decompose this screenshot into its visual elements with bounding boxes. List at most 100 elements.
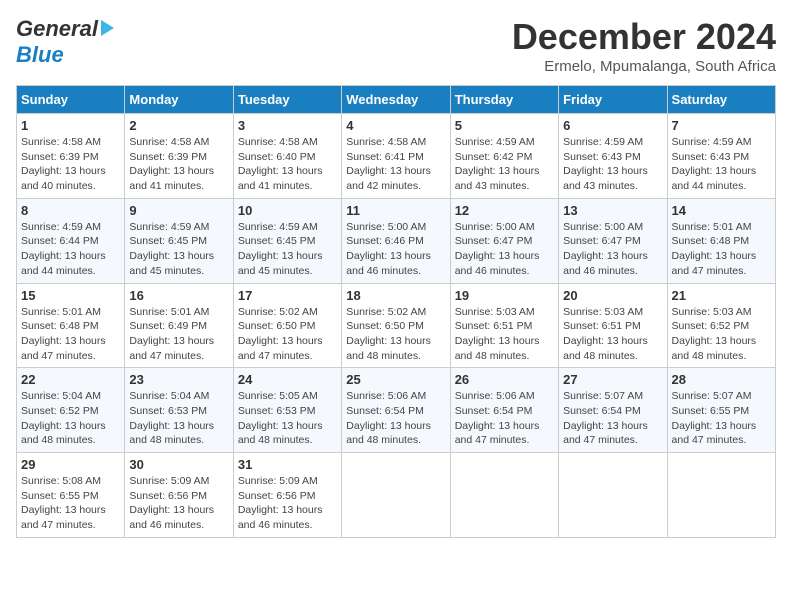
sunrise-text: Sunrise: 5:02 AM bbox=[346, 306, 426, 318]
sunset-text: Sunset: 6:39 PM bbox=[129, 151, 207, 163]
calendar-cell bbox=[342, 453, 450, 538]
day-info: Sunrise: 4:58 AM Sunset: 6:40 PM Dayligh… bbox=[238, 135, 337, 194]
sunrise-text: Sunrise: 4:59 AM bbox=[21, 221, 101, 233]
sunrise-text: Sunrise: 5:03 AM bbox=[563, 306, 643, 318]
day-info: Sunrise: 4:59 AM Sunset: 6:42 PM Dayligh… bbox=[455, 135, 554, 194]
day-number: 13 bbox=[563, 203, 662, 218]
sunset-text: Sunset: 6:51 PM bbox=[455, 320, 533, 332]
day-info: Sunrise: 5:02 AM Sunset: 6:50 PM Dayligh… bbox=[346, 305, 445, 364]
sunrise-text: Sunrise: 5:01 AM bbox=[21, 306, 101, 318]
sunset-text: Sunset: 6:56 PM bbox=[129, 490, 207, 502]
daylight-text: Daylight: 13 hours and 47 minutes. bbox=[238, 335, 323, 362]
sunrise-text: Sunrise: 5:02 AM bbox=[238, 306, 318, 318]
calendar-cell: 29 Sunrise: 5:08 AM Sunset: 6:55 PM Dayl… bbox=[17, 453, 125, 538]
sunrise-text: Sunrise: 4:59 AM bbox=[563, 136, 643, 148]
calendar-cell: 23 Sunrise: 5:04 AM Sunset: 6:53 PM Dayl… bbox=[125, 368, 233, 453]
sunset-text: Sunset: 6:42 PM bbox=[455, 151, 533, 163]
calendar-header-day: Thursday bbox=[450, 86, 558, 114]
daylight-text: Daylight: 13 hours and 47 minutes. bbox=[563, 420, 648, 447]
sunset-text: Sunset: 6:50 PM bbox=[238, 320, 316, 332]
sunrise-text: Sunrise: 5:04 AM bbox=[129, 390, 209, 402]
sunset-text: Sunset: 6:40 PM bbox=[238, 151, 316, 163]
sunrise-text: Sunrise: 4:59 AM bbox=[455, 136, 535, 148]
sunset-text: Sunset: 6:55 PM bbox=[21, 490, 99, 502]
day-info: Sunrise: 4:59 AM Sunset: 6:45 PM Dayligh… bbox=[129, 220, 228, 279]
sunrise-text: Sunrise: 4:59 AM bbox=[672, 136, 752, 148]
calendar-cell: 17 Sunrise: 5:02 AM Sunset: 6:50 PM Dayl… bbox=[233, 283, 341, 368]
day-number: 25 bbox=[346, 372, 445, 387]
daylight-text: Daylight: 13 hours and 43 minutes. bbox=[563, 165, 648, 192]
day-info: Sunrise: 4:59 AM Sunset: 6:44 PM Dayligh… bbox=[21, 220, 120, 279]
daylight-text: Daylight: 13 hours and 45 minutes. bbox=[129, 250, 214, 277]
day-info: Sunrise: 5:01 AM Sunset: 6:48 PM Dayligh… bbox=[672, 220, 771, 279]
daylight-text: Daylight: 13 hours and 48 minutes. bbox=[129, 420, 214, 447]
calendar-week-row: 22 Sunrise: 5:04 AM Sunset: 6:52 PM Dayl… bbox=[17, 368, 776, 453]
calendar-cell: 30 Sunrise: 5:09 AM Sunset: 6:56 PM Dayl… bbox=[125, 453, 233, 538]
day-info: Sunrise: 4:59 AM Sunset: 6:43 PM Dayligh… bbox=[672, 135, 771, 194]
sunrise-text: Sunrise: 4:58 AM bbox=[346, 136, 426, 148]
day-number: 21 bbox=[672, 288, 771, 303]
logo: General Blue bbox=[16, 16, 114, 68]
daylight-text: Daylight: 13 hours and 46 minutes. bbox=[455, 250, 540, 277]
sunset-text: Sunset: 6:51 PM bbox=[563, 320, 641, 332]
day-info: Sunrise: 5:00 AM Sunset: 6:46 PM Dayligh… bbox=[346, 220, 445, 279]
daylight-text: Daylight: 13 hours and 47 minutes. bbox=[21, 335, 106, 362]
page-header: General Blue December 2024 Ermelo, Mpuma… bbox=[16, 16, 776, 75]
sunrise-text: Sunrise: 4:58 AM bbox=[129, 136, 209, 148]
sunrise-text: Sunrise: 5:00 AM bbox=[563, 221, 643, 233]
sunset-text: Sunset: 6:43 PM bbox=[672, 151, 750, 163]
location-subtitle: Ermelo, Mpumalanga, South Africa bbox=[512, 58, 776, 75]
daylight-text: Daylight: 13 hours and 47 minutes. bbox=[672, 250, 757, 277]
sunrise-text: Sunrise: 4:58 AM bbox=[21, 136, 101, 148]
sunrise-text: Sunrise: 5:03 AM bbox=[455, 306, 535, 318]
calendar-cell: 13 Sunrise: 5:00 AM Sunset: 6:47 PM Dayl… bbox=[559, 198, 667, 283]
daylight-text: Daylight: 13 hours and 47 minutes. bbox=[21, 504, 106, 531]
day-info: Sunrise: 5:09 AM Sunset: 6:56 PM Dayligh… bbox=[238, 474, 337, 533]
sunset-text: Sunset: 6:44 PM bbox=[21, 235, 99, 247]
sunset-text: Sunset: 6:46 PM bbox=[346, 235, 424, 247]
sunset-text: Sunset: 6:47 PM bbox=[563, 235, 641, 247]
sunrise-text: Sunrise: 5:09 AM bbox=[129, 475, 209, 487]
calendar-cell: 9 Sunrise: 4:59 AM Sunset: 6:45 PM Dayli… bbox=[125, 198, 233, 283]
calendar-cell: 26 Sunrise: 5:06 AM Sunset: 6:54 PM Dayl… bbox=[450, 368, 558, 453]
calendar-cell: 5 Sunrise: 4:59 AM Sunset: 6:42 PM Dayli… bbox=[450, 114, 558, 199]
day-number: 5 bbox=[455, 118, 554, 133]
day-number: 23 bbox=[129, 372, 228, 387]
daylight-text: Daylight: 13 hours and 46 minutes. bbox=[346, 250, 431, 277]
sunrise-text: Sunrise: 4:58 AM bbox=[238, 136, 318, 148]
daylight-text: Daylight: 13 hours and 48 minutes. bbox=[563, 335, 648, 362]
day-info: Sunrise: 5:05 AM Sunset: 6:53 PM Dayligh… bbox=[238, 389, 337, 448]
day-info: Sunrise: 5:00 AM Sunset: 6:47 PM Dayligh… bbox=[563, 220, 662, 279]
daylight-text: Daylight: 13 hours and 44 minutes. bbox=[21, 250, 106, 277]
daylight-text: Daylight: 13 hours and 43 minutes. bbox=[455, 165, 540, 192]
day-info: Sunrise: 5:07 AM Sunset: 6:55 PM Dayligh… bbox=[672, 389, 771, 448]
day-number: 7 bbox=[672, 118, 771, 133]
sunset-text: Sunset: 6:39 PM bbox=[21, 151, 99, 163]
day-info: Sunrise: 4:59 AM Sunset: 6:45 PM Dayligh… bbox=[238, 220, 337, 279]
calendar-header-row: SundayMondayTuesdayWednesdayThursdayFrid… bbox=[17, 86, 776, 114]
day-number: 29 bbox=[21, 457, 120, 472]
day-info: Sunrise: 5:08 AM Sunset: 6:55 PM Dayligh… bbox=[21, 474, 120, 533]
day-info: Sunrise: 5:03 AM Sunset: 6:51 PM Dayligh… bbox=[455, 305, 554, 364]
sunrise-text: Sunrise: 4:59 AM bbox=[129, 221, 209, 233]
calendar-cell: 18 Sunrise: 5:02 AM Sunset: 6:50 PM Dayl… bbox=[342, 283, 450, 368]
day-number: 8 bbox=[21, 203, 120, 218]
day-info: Sunrise: 4:59 AM Sunset: 6:43 PM Dayligh… bbox=[563, 135, 662, 194]
daylight-text: Daylight: 13 hours and 46 minutes. bbox=[563, 250, 648, 277]
calendar-cell: 12 Sunrise: 5:00 AM Sunset: 6:47 PM Dayl… bbox=[450, 198, 558, 283]
calendar-cell: 20 Sunrise: 5:03 AM Sunset: 6:51 PM Dayl… bbox=[559, 283, 667, 368]
sunset-text: Sunset: 6:52 PM bbox=[672, 320, 750, 332]
sunset-text: Sunset: 6:54 PM bbox=[455, 405, 533, 417]
day-number: 1 bbox=[21, 118, 120, 133]
day-number: 11 bbox=[346, 203, 445, 218]
calendar-cell: 8 Sunrise: 4:59 AM Sunset: 6:44 PM Dayli… bbox=[17, 198, 125, 283]
day-number: 2 bbox=[129, 118, 228, 133]
calendar-cell bbox=[559, 453, 667, 538]
day-number: 19 bbox=[455, 288, 554, 303]
day-number: 3 bbox=[238, 118, 337, 133]
daylight-text: Daylight: 13 hours and 47 minutes. bbox=[672, 420, 757, 447]
calendar-header-day: Sunday bbox=[17, 86, 125, 114]
calendar-table: SundayMondayTuesdayWednesdayThursdayFrid… bbox=[16, 85, 776, 538]
day-info: Sunrise: 5:01 AM Sunset: 6:48 PM Dayligh… bbox=[21, 305, 120, 364]
calendar-header-day: Saturday bbox=[667, 86, 775, 114]
